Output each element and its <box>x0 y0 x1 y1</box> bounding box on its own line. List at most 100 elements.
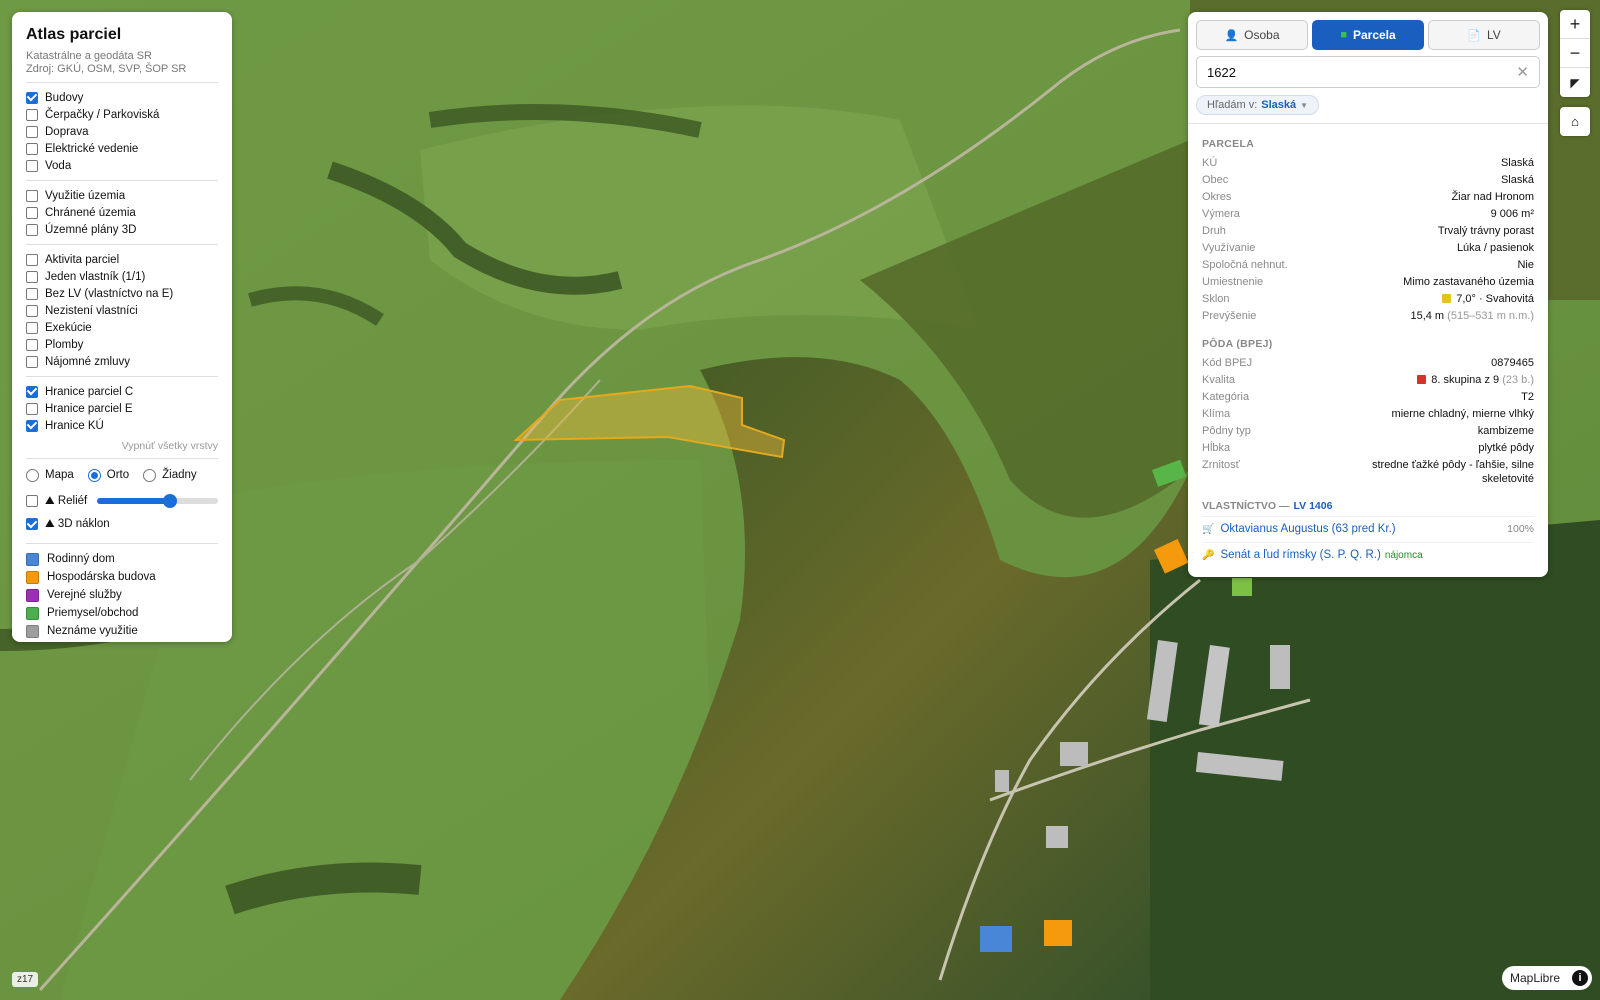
layer-checkbox[interactable] <box>26 206 38 219</box>
attr-value: Slaská <box>1500 173 1534 186</box>
layer-checkbox[interactable] <box>26 402 38 415</box>
soil-attributes: Kategória T2 Klíma mierne chladný, mierne v… <box>1202 388 1534 486</box>
layer-toggle-row[interactable]: Hranice parciel E <box>26 400 218 417</box>
layer-checkbox[interactable] <box>26 159 38 172</box>
layer-toggle-row[interactable]: Využitie územia <box>26 187 218 204</box>
basemap-option[interactable]: Žiadny <box>143 468 197 482</box>
zoom-in-button[interactable]: + <box>1560 10 1590 39</box>
tab-lv[interactable]: 📄 LV <box>1428 20 1540 50</box>
layer-toggle-row[interactable]: Elektrické vedenie <box>26 140 218 157</box>
basemap-radio[interactable] <box>143 468 157 482</box>
elevation-diff: 15,4 m <box>1410 309 1445 322</box>
layer-checkbox[interactable] <box>26 91 38 104</box>
layers-panel: Atlas parciel Katastrálne a geodáta SR Z… <box>12 12 232 642</box>
building-unknown[interactable] <box>1270 645 1290 689</box>
attr-value: Lúka / pasienok <box>1456 241 1534 254</box>
layer-label: Hranice KÚ <box>45 419 104 432</box>
layer-toggle-row[interactable]: Aktivita parciel <box>26 251 218 268</box>
building-unknown[interactable] <box>1046 826 1068 848</box>
layer-toggle-row[interactable]: Chránené územia <box>26 204 218 221</box>
layer-checkbox[interactable] <box>26 189 38 202</box>
legend-label: Verejné služby <box>47 589 122 601</box>
layer-checkbox[interactable] <box>26 355 38 368</box>
layer-toggle-row[interactable]: Čerpačky / Parkoviská <box>26 106 218 123</box>
basemap-option[interactable]: Mapa <box>26 468 74 482</box>
compass-button[interactable]: ◤ <box>1560 68 1590 97</box>
layer-toggle-row[interactable]: Plomby <box>26 336 218 353</box>
legend-swatch <box>26 588 39 602</box>
layer-toggle-row[interactable]: Bez LV (vlastníctvo na E) <box>26 285 218 302</box>
search-mode-tabs: 👤 Osoba ■ Parcela 📄 LV <box>1188 12 1548 50</box>
layer-toggle-row[interactable]: Nezistení vlastníci <box>26 302 218 319</box>
building-family-house[interactable] <box>980 926 1012 952</box>
divider <box>26 543 218 544</box>
building-unknown[interactable] <box>995 770 1009 792</box>
layer-toggle-row[interactable]: Hranice parciel C <box>26 383 218 400</box>
basemap-radio[interactable] <box>87 468 101 482</box>
attr-value: mierne chladný, mierne vlhký <box>1391 407 1534 420</box>
clear-icon[interactable]: ✕ <box>1516 63 1529 81</box>
relief-checkbox[interactable] <box>26 495 38 507</box>
building-industrial[interactable] <box>1232 578 1252 596</box>
layer-toggle-row[interactable]: Exekúcie <box>26 319 218 336</box>
search-input[interactable]: 1622 ✕ <box>1196 56 1540 88</box>
owner-name-link[interactable]: Senát a ľud rímsky (S. P. Q. R.) <box>1220 549 1380 561</box>
tab-osoba[interactable]: 👤 Osoba <box>1196 20 1308 50</box>
attr-value: stredne ťažké pôdy - ľahšie, silne skele… <box>1371 458 1534 485</box>
attr-row: Umiestnenie Mimo zastavaného územia <box>1202 273 1534 290</box>
info-icon[interactable]: i <box>1572 970 1588 986</box>
lv-link[interactable]: LV 1406 <box>1294 500 1333 512</box>
search-scope-value: Slaská <box>1261 99 1297 111</box>
owner-row[interactable]: 🔑 Senát a ľud rímsky (S. P. Q. R.) nájomca <box>1202 541 1534 568</box>
legend-swatch <box>26 606 39 620</box>
layer-checkbox[interactable] <box>26 321 38 334</box>
attr-key: Hĺbka <box>1202 441 1231 454</box>
tab-label: Parcela <box>1352 28 1396 42</box>
legend-swatch <box>26 570 39 584</box>
layer-checkbox[interactable] <box>26 419 38 432</box>
attr-value: Slaská <box>1500 156 1534 169</box>
section-title-parcela: PARCELA <box>1202 138 1255 150</box>
home-button[interactable]: ⌂ <box>1560 107 1590 136</box>
layer-toggle-row[interactable]: Jeden vlastník (1/1) <box>26 268 218 285</box>
attr-value: 9 006 m² <box>1490 207 1534 220</box>
attr-key: Kategória <box>1202 390 1250 403</box>
attribution-badge[interactable]: MapLibre i <box>1502 966 1592 990</box>
basemap-option[interactable]: Orto <box>87 468 129 482</box>
owner-row[interactable]: 🛒 Oktavianus Augustus (63 pred Kr.) 100% <box>1202 515 1534 542</box>
layer-checkbox[interactable] <box>26 385 38 398</box>
search-scope-chip[interactable]: Hľadám v: Slaská ▼ <box>1196 95 1320 115</box>
quality-value: 8. skupina z 9 <box>1431 373 1500 386</box>
layer-label: Územné plány 3D <box>45 223 137 236</box>
layer-toggle-row[interactable]: Budovy <box>26 89 218 106</box>
layer-checkbox[interactable] <box>26 142 38 155</box>
zoom-out-button[interactable]: − <box>1560 39 1590 68</box>
legend-item: Neznáme využitie <box>26 622 218 640</box>
layer-label: Nájomné zmluvy <box>45 355 130 368</box>
layer-toggle-row[interactable]: Hranice KÚ <box>26 417 218 434</box>
layer-checkbox[interactable] <box>26 287 38 300</box>
tab-parcela[interactable]: ■ Parcela <box>1312 20 1424 50</box>
layer-toggle-row[interactable]: Doprava <box>26 123 218 140</box>
building-unknown[interactable] <box>1060 742 1088 766</box>
turn-off-all-layers-link[interactable]: Vypnúť všetky vrstvy <box>26 440 218 452</box>
layer-toggle-row[interactable]: Voda <box>26 157 218 174</box>
layer-checkbox[interactable] <box>26 253 38 266</box>
owner-name-link[interactable]: Oktavianus Augustus (63 pred Kr.) <box>1220 523 1395 535</box>
section-title-ownership: VLASTNÍCTVO — LV 1406 <box>1202 500 1534 512</box>
attr-row-kod-bpej: Kód BPEJ 0879465 <box>1202 354 1534 371</box>
layer-checkbox[interactable] <box>26 304 38 317</box>
layer-checkbox[interactable] <box>26 108 38 121</box>
tilt-checkbox[interactable] <box>26 518 38 530</box>
basemap-radio[interactable] <box>26 468 39 482</box>
layer-toggle-row[interactable]: Nájomné zmluvy <box>26 353 218 370</box>
building-agricultural[interactable] <box>1044 920 1072 946</box>
layer-checkbox[interactable] <box>26 223 38 236</box>
layer-checkbox[interactable] <box>26 270 38 283</box>
relief-slider[interactable] <box>97 494 218 508</box>
relief-slider-thumb[interactable] <box>162 494 177 508</box>
layer-checkbox[interactable] <box>26 125 38 138</box>
layer-checkbox[interactable] <box>26 338 38 351</box>
attr-row: Hĺbka plytké pôdy <box>1202 439 1534 456</box>
layer-toggle-row[interactable]: Územné plány 3D <box>26 221 218 238</box>
